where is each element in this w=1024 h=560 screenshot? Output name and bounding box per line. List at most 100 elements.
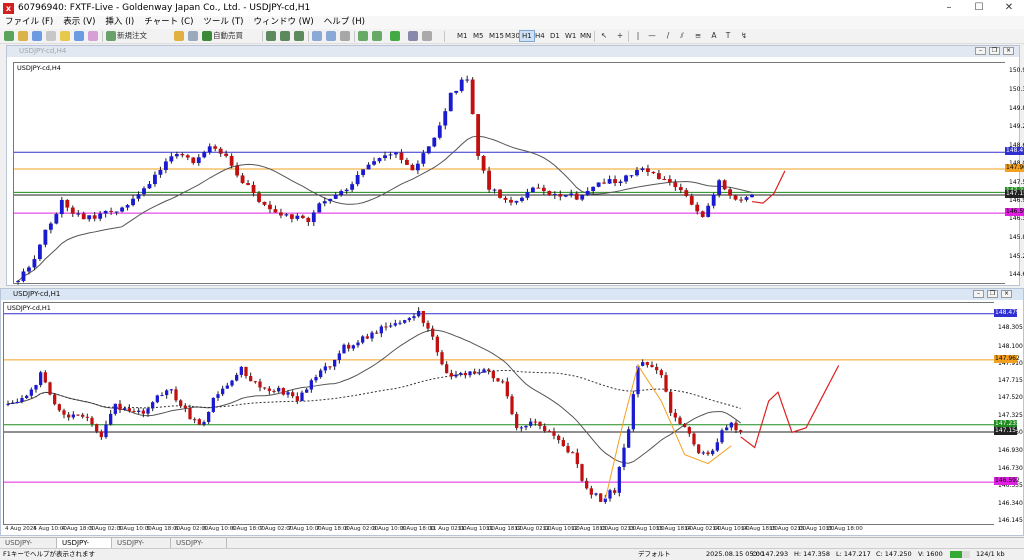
tf-d1[interactable]: D1 [548,30,562,42]
tile-windows-icon[interactable] [340,31,350,41]
chart-minimize-button[interactable]: – [973,290,984,298]
menu-chart[interactable]: チャート (C) [139,16,198,29]
price-tick: 144.645 [1009,270,1024,278]
candle-body [104,424,108,438]
price-chart-h1[interactable]: USDJPY-cd,H1 [3,302,996,525]
chart-minimize-button[interactable]: – [975,47,986,55]
new-order-button[interactable]: 新規注文 [117,30,147,42]
autoscroll-icon[interactable] [358,31,368,41]
templates-icon[interactable] [422,31,432,41]
menu-tools[interactable]: ツール (T) [198,16,248,29]
fibonacci-icon[interactable]: ≡ [692,30,704,42]
candle-body [272,390,276,392]
candle-body [664,375,668,392]
cursor-icon[interactable]: ↖ [598,30,610,42]
chart-window-title[interactable]: USDJPY-cd,H4 [7,46,1019,57]
candle-body [594,493,598,495]
menu-insert[interactable]: 挿入 (I) [100,16,139,29]
chart-close-button[interactable]: × [1001,290,1012,298]
trendline-icon[interactable]: / [662,30,674,42]
chart-restore-button[interactable]: ❐ [987,290,998,298]
minimize-button[interactable]: – [934,0,964,16]
menu-help[interactable]: ヘルプ (H) [319,16,370,29]
vertical-line-icon[interactable]: | [632,30,644,42]
candle-body [174,389,178,401]
tab-usdjpy-h1[interactable]: USDJPY-cd,H1 [57,538,112,557]
profiles-icon[interactable] [18,31,28,41]
candle-body [683,423,687,428]
candle-body [563,195,568,197]
tab-usdjpy-h4[interactable]: USDJPY-cd,H4 [0,538,57,557]
terminal-icon[interactable] [74,31,84,41]
menu-file[interactable]: ファイル (F) [0,16,58,29]
candle-body [435,336,439,353]
new-chart-icon[interactable] [4,31,14,41]
candle-body [575,452,579,465]
data-window-icon[interactable] [46,31,56,41]
menu-window[interactable]: ウィンドウ (W) [248,16,318,29]
candle-body [218,148,223,154]
chart-window-title[interactable]: USDJPY-cd,H1 [1,289,1023,300]
candle-body [524,425,528,428]
bar-chart-icon[interactable] [266,31,276,41]
chart-window-h1[interactable]: USDJPY-cd,H1 – ❐ × USDJPY-cd,H1 148.305 1… [0,288,1024,536]
indicators-icon[interactable] [390,31,400,41]
zoom-out-icon[interactable] [326,31,336,41]
moving-average-slow-line [7,369,741,409]
candle-body [431,328,435,337]
candle-body [263,387,267,389]
text-label-icon[interactable]: T [722,30,734,42]
tf-w1[interactable]: W1 [563,30,578,42]
candlestick-icon[interactable] [280,31,290,41]
tf-m1[interactable]: M1 [455,30,470,42]
maximize-button[interactable]: ☐ [964,0,994,16]
candle-body [229,156,234,166]
tf-mn[interactable]: MN [578,30,593,42]
chart-close-button[interactable]: × [1003,47,1014,55]
market-watch-icon[interactable] [32,31,42,41]
time-tick: 15 Aug 18:00 [825,526,863,532]
candle-body [333,359,337,367]
candle-body [257,193,261,202]
price-chart-h4[interactable]: USDJPY-cd,H4 [13,62,1007,285]
strategy-tester-icon[interactable] [88,31,98,41]
candle-body [684,190,689,197]
tf-h4[interactable]: H4 [533,30,547,42]
tf-m5[interactable]: M5 [471,30,486,42]
price-tick: 145.800 [1009,233,1024,241]
candle-body [580,195,585,200]
candle-body [370,332,374,339]
close-button[interactable]: ✕ [994,0,1024,16]
candle-body [90,417,94,425]
arrows-icon[interactable]: ↯ [738,30,750,42]
candle-body [328,198,333,202]
horizontal-line-icon[interactable]: — [646,30,658,42]
candle-body [70,207,75,214]
periods-icon[interactable] [408,31,418,41]
status-bar: F1キーでヘルプが表示されます デフォルト 2025.08.15 05:00 O… [0,548,1024,559]
candle-body [54,214,59,224]
candle-body [728,189,733,196]
candle-body [87,215,92,220]
menu-view[interactable]: 表示 (V) [58,16,100,29]
zoom-in-icon[interactable] [312,31,322,41]
navigator-icon[interactable] [60,31,70,41]
crosshair-icon[interactable]: + [614,30,626,42]
candle-body [669,391,673,413]
channel-icon[interactable]: ⫽ [676,30,688,42]
tab-usdjpy-m5[interactable]: USDJPY-cd,M5 [171,538,227,557]
price-tick: 147.325 [998,411,1023,419]
chart-shift-icon[interactable] [372,31,382,41]
line-chart-icon[interactable] [294,31,304,41]
text-icon[interactable]: A [708,30,720,42]
meta-editor-icon[interactable] [174,31,184,41]
tab-usdjpy-m15[interactable]: USDJPY-cd,M15 [112,538,171,557]
chart-restore-button[interactable]: ❐ [989,47,1000,55]
auto-trade-button[interactable]: 自動売買 [213,30,243,42]
chart-window-h4[interactable]: USDJPY-cd,H4 – ❐ × USDJPY-cd,H4 150.960 1… [6,45,1024,286]
price-tick: 149.225 [1009,123,1024,131]
candle-body [193,419,197,421]
candle-body [631,394,635,430]
candle-body [541,187,546,192]
autotrading-settings-icon[interactable] [188,31,198,41]
